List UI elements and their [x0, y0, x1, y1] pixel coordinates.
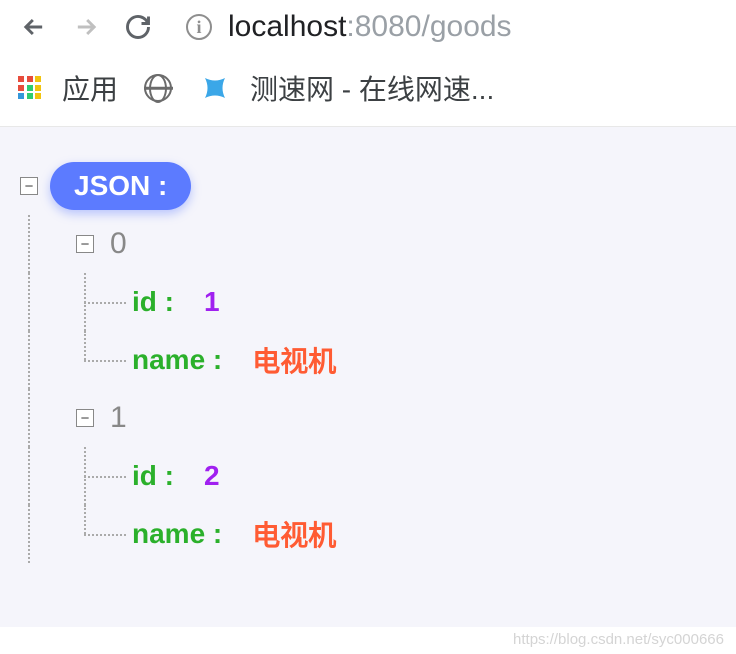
bookmarks-bar: 应用 测速网 - 在线网速...: [0, 54, 736, 127]
json-viewer: − JSON : − 0 id : 1 name : 电视机 − 1: [0, 127, 736, 627]
url-host: localhost: [228, 10, 346, 43]
forward-button[interactable]: [70, 11, 102, 43]
json-value-number: 2: [204, 460, 220, 492]
browser-toolbar: i localhost:8080/goods: [0, 0, 736, 54]
collapse-toggle-root[interactable]: −: [20, 177, 38, 195]
json-key: name :: [132, 518, 222, 550]
globe-icon[interactable]: [144, 74, 172, 102]
json-value-string: 电视机: [252, 340, 336, 380]
json-key: id :: [132, 286, 174, 318]
speedtest-icon[interactable]: [200, 73, 230, 103]
speedtest-label[interactable]: 测速网 - 在线网速...: [250, 68, 494, 108]
watermark: https://blog.csdn.net/syc000666: [513, 631, 724, 648]
back-button[interactable]: [18, 11, 50, 43]
json-value-string: 电视机: [252, 514, 336, 554]
array-index: 0: [110, 227, 127, 261]
reload-button[interactable]: [122, 11, 154, 43]
json-root-badge[interactable]: JSON :: [50, 162, 191, 210]
json-key: id :: [132, 460, 174, 492]
site-info-icon[interactable]: i: [186, 14, 212, 40]
url-port: :8080: [346, 10, 421, 43]
array-index: 1: [110, 401, 127, 435]
address-bar[interactable]: localhost:8080/goods: [228, 10, 512, 44]
url-path: /goods: [421, 10, 511, 43]
apps-icon[interactable]: [18, 76, 42, 100]
json-key: name :: [132, 344, 222, 376]
json-value-number: 1: [204, 286, 220, 318]
apps-label[interactable]: 应用: [62, 68, 118, 108]
collapse-toggle-0[interactable]: −: [76, 235, 94, 253]
collapse-toggle-1[interactable]: −: [76, 409, 94, 427]
